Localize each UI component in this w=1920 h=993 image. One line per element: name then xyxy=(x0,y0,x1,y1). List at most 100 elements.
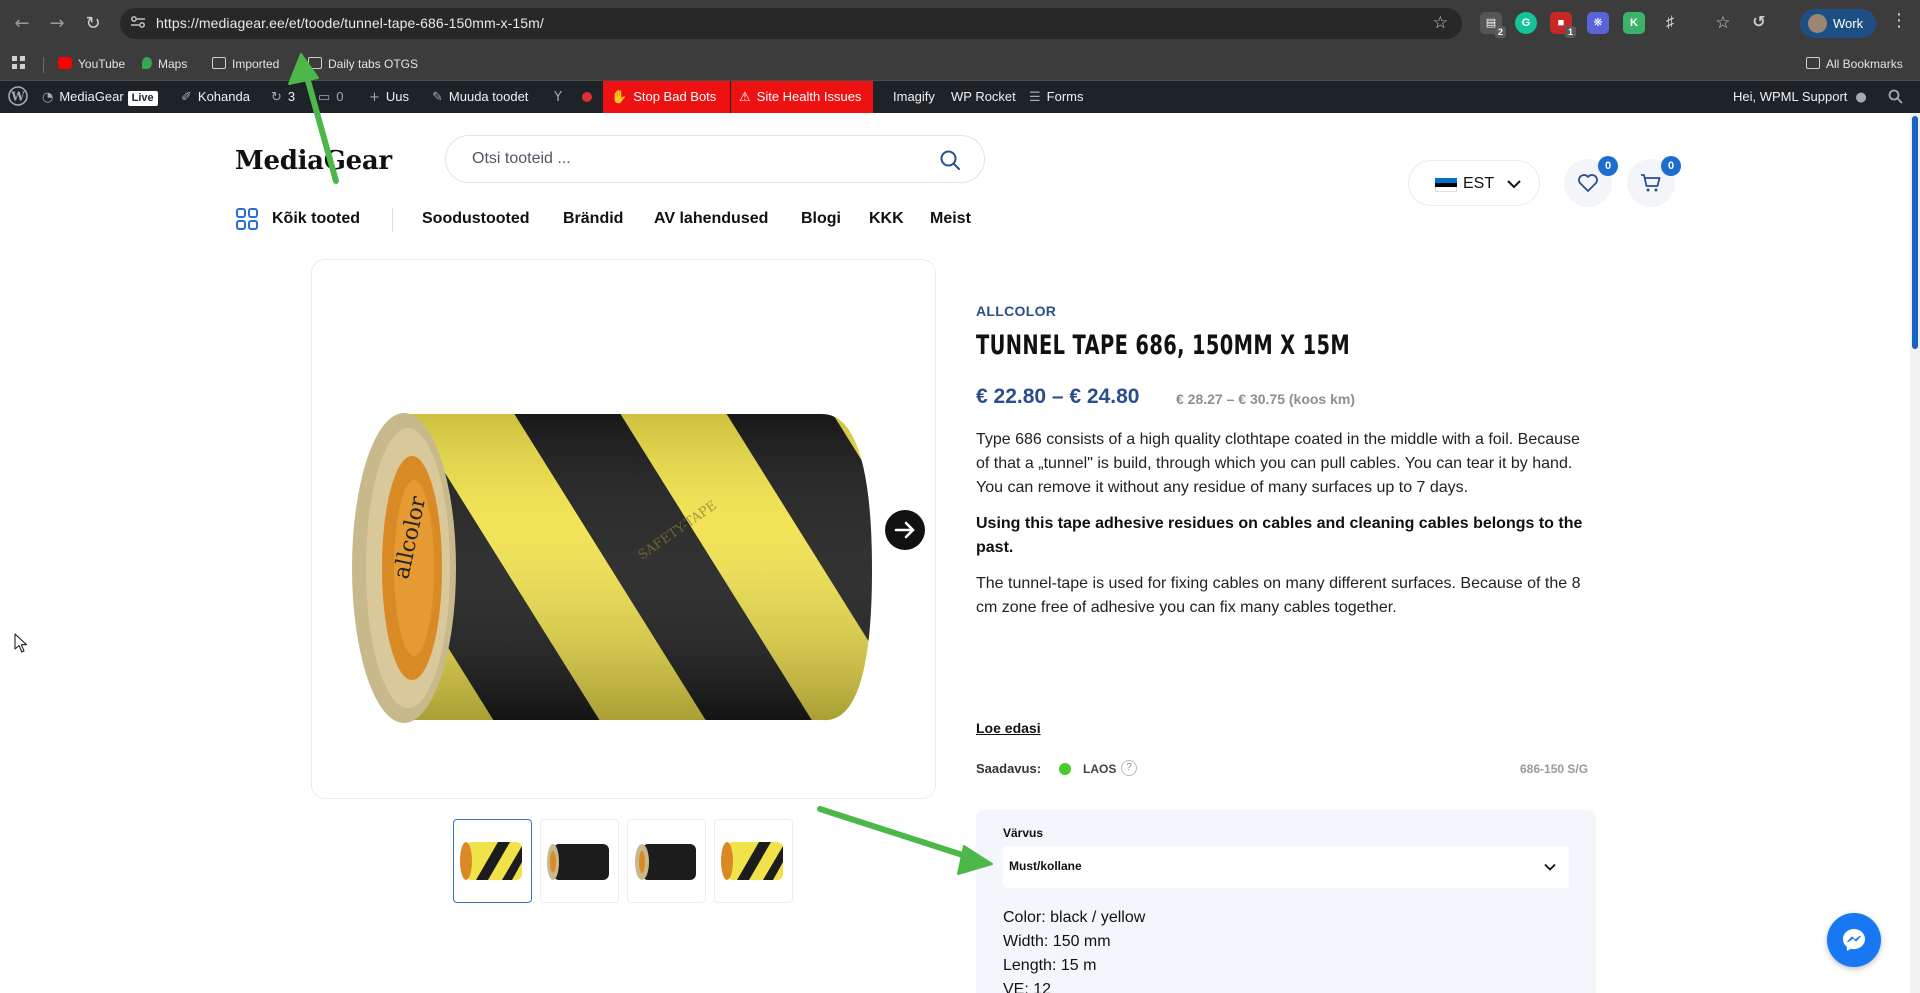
nav-item-soodustooted[interactable]: Soodustooted xyxy=(422,210,530,228)
brush-icon: ✐ xyxy=(181,90,192,105)
all-bookmarks[interactable]: All Bookmarks xyxy=(1806,56,1903,72)
nav-item-brandid[interactable]: Brändid xyxy=(563,210,623,228)
extension-icon[interactable]: ❋ xyxy=(1587,12,1609,34)
bookmarks-bar: YouTube Maps Imported Daily tabs OTGS Al… xyxy=(0,47,1920,81)
extension-icon[interactable]: ▤ 2 xyxy=(1480,12,1506,38)
nav-all-products[interactable]: Kõik tooted xyxy=(272,210,360,228)
bookmark-daily-tabs[interactable]: Daily tabs OTGS xyxy=(308,56,418,72)
dashboard-icon: ◔ xyxy=(42,90,54,105)
in-stock-dot-icon xyxy=(1059,763,1071,775)
product-specs: Color: black / yellow Width: 150 mm Leng… xyxy=(1003,906,1145,993)
updates-link[interactable]: ↻ 3 xyxy=(271,81,295,113)
nav-item-kkk[interactable]: KKK xyxy=(869,210,904,228)
folder-icon xyxy=(1806,57,1820,69)
comments-link[interactable]: ▭ 0 xyxy=(318,81,344,113)
product-image-gallery: allcolor SAFETY-TAPE xyxy=(311,259,936,799)
live-badge: Live xyxy=(127,91,158,106)
pencil-icon: ✎ xyxy=(432,90,443,105)
nav-item-meist[interactable]: Meist xyxy=(930,210,971,228)
thumbnail[interactable] xyxy=(453,819,532,903)
product-description-highlight: Using this tape adhesive residues on cab… xyxy=(976,515,1583,556)
extension-icon[interactable]: ■ 1 xyxy=(1550,12,1576,38)
site-name-link[interactable]: ◔ MediaGear Live xyxy=(42,81,158,113)
forms-link[interactable]: ☰ Forms xyxy=(1029,81,1084,113)
search-icon[interactable] xyxy=(938,148,962,172)
apps-grid-icon[interactable] xyxy=(12,56,26,72)
product-description-usage: The tunnel-tape is used for fixing cable… xyxy=(976,575,1581,616)
spec-line: Width: 150 mm xyxy=(1003,933,1111,950)
next-image-button[interactable] xyxy=(885,510,925,550)
youtube-icon xyxy=(58,57,72,69)
stop-bad-bots-link[interactable]: ✋ Stop Bad Bots xyxy=(603,81,731,113)
thumbnail[interactable] xyxy=(540,819,619,903)
product-image[interactable]: allcolor SAFETY-TAPE xyxy=(312,260,937,800)
site-health-link[interactable]: ⚠ Site Health Issues xyxy=(731,81,874,113)
thumbnail[interactable] xyxy=(714,819,793,903)
read-more-link[interactable]: Loe edasi xyxy=(976,720,1041,736)
chevron-down-icon xyxy=(1507,180,1521,189)
language-switcher[interactable]: EST xyxy=(1408,160,1540,206)
product-title: TUNNEL TAPE 686, 150MM X 15M xyxy=(976,330,1351,361)
scrollbar-thumb[interactable] xyxy=(1911,115,1919,350)
yoast-icon[interactable]: Y xyxy=(554,81,568,113)
nav-item-av-lahendused[interactable]: AV lahendused xyxy=(654,210,768,228)
variant-panel: Värvus Must/kollane Color: black / yello… xyxy=(976,810,1596,993)
wordpress-logo-icon[interactable]: W xyxy=(8,81,28,113)
user-icon: ● xyxy=(1855,90,1867,105)
search-icon[interactable] xyxy=(1888,81,1903,113)
wishlist-button[interactable]: 0 xyxy=(1564,156,1618,207)
extension-icon[interactable]: K xyxy=(1623,12,1645,34)
comment-icon: ▭ xyxy=(318,90,331,105)
reload-icon[interactable]: ↻ xyxy=(81,12,105,36)
divider xyxy=(392,208,393,232)
imagify-link[interactable]: Imagify xyxy=(893,81,935,113)
seo-status-dot-icon xyxy=(582,81,592,113)
address-bar[interactable]: https://mediagear.ee/et/toode/tunnel-tap… xyxy=(120,8,1462,39)
bookmarks-star-icon[interactable]: ☆ xyxy=(1712,12,1734,34)
url-text: https://mediagear.ee/et/toode/tunnel-tap… xyxy=(156,15,544,31)
product-price-with-vat: € 28.27 – € 30.75 (koos km) xyxy=(1176,391,1355,407)
plus-icon: + xyxy=(369,90,380,105)
customize-link[interactable]: ✐ Kohanda xyxy=(181,81,250,113)
arrow-right-icon xyxy=(894,521,915,539)
forms-icon: ☰ xyxy=(1029,90,1041,105)
bookmark-imported[interactable]: Imported xyxy=(212,56,279,72)
heart-icon xyxy=(1578,174,1598,192)
search-input[interactable] xyxy=(472,148,902,170)
help-icon[interactable]: ? xyxy=(1121,760,1137,776)
messenger-chat-button[interactable] xyxy=(1827,913,1881,967)
divider xyxy=(43,57,44,73)
product-search xyxy=(445,135,985,183)
bell-icon: ⚠ xyxy=(739,90,751,105)
new-content-link[interactable]: + Uus xyxy=(369,81,409,113)
availability-value: LAOS xyxy=(1083,762,1117,776)
folder-icon xyxy=(212,57,226,69)
menu-kebab-icon[interactable]: ⋮ xyxy=(1890,10,1908,31)
nav-item-blogi[interactable]: Blogi xyxy=(801,210,841,228)
site-logo[interactable]: MediaGear xyxy=(235,146,392,176)
cart-button[interactable]: 0 xyxy=(1627,156,1681,207)
grammarly-icon[interactable]: G xyxy=(1515,12,1537,34)
profile-button[interactable]: Work xyxy=(1800,9,1876,38)
cart-icon xyxy=(1641,174,1661,192)
bookmark-youtube[interactable]: YouTube xyxy=(58,56,125,72)
hand-stop-icon: ✋ xyxy=(611,90,628,105)
history-icon[interactable]: ↺ xyxy=(1748,12,1770,34)
edit-product-link[interactable]: ✎ Muuda toodet xyxy=(432,81,528,113)
account-link[interactable]: Hei, WPML Support ● xyxy=(1733,81,1873,113)
page-scrollbar[interactable] xyxy=(1910,113,1920,993)
site-settings-icon[interactable] xyxy=(130,15,148,31)
back-icon[interactable]: ← xyxy=(10,12,34,36)
bookmark-star-icon[interactable]: ☆ xyxy=(1433,13,1448,33)
product-brand-link[interactable]: ALLCOLOR xyxy=(976,303,1056,319)
folder-icon xyxy=(308,57,322,69)
bookmark-maps[interactable]: Maps xyxy=(142,56,187,72)
spec-line: VE: 12 xyxy=(1003,981,1052,993)
thumbnail[interactable] xyxy=(627,819,706,903)
wp-rocket-link[interactable]: WP Rocket xyxy=(951,81,1016,113)
annotation-arrow-right-icon xyxy=(817,806,978,862)
extensions-puzzle-icon[interactable]: ♯ xyxy=(1659,12,1681,34)
product-sku: 686-150 S/G xyxy=(1520,762,1589,776)
color-select[interactable]: Must/kollane xyxy=(1003,846,1569,888)
forward-icon[interactable]: → xyxy=(45,12,69,36)
